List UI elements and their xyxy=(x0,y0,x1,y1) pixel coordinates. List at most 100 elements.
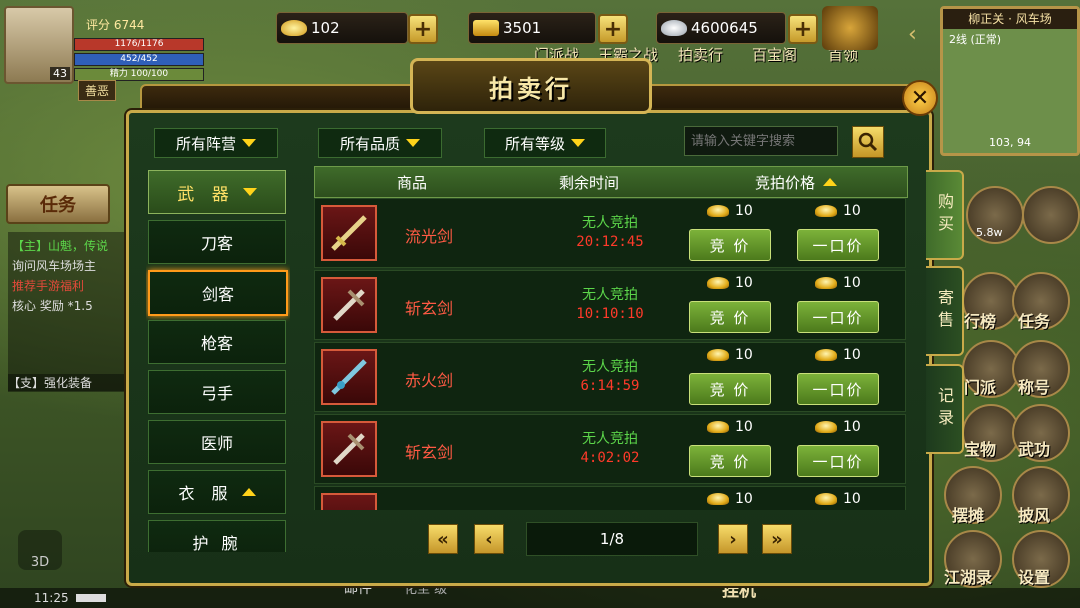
level-filter[interactable]: 所有等级 xyxy=(484,128,606,158)
task-label: 任务 xyxy=(1018,312,1051,331)
category-weapons[interactable]: 武 器 xyxy=(148,170,286,214)
bid-button[interactable]: 竞 价 xyxy=(689,229,771,261)
table-row[interactable]: 流光剑 无人竞拍 20:12:45 10 10 竞 价 一口价 xyxy=(314,198,906,268)
tab-records-label: 记录 xyxy=(935,387,954,431)
prev-page-button[interactable]: ‹ xyxy=(474,524,504,554)
tab-consign-label: 寄售 xyxy=(935,289,954,333)
sword-item-icon[interactable] xyxy=(321,349,377,405)
buyout-button[interactable]: 一口价 xyxy=(797,301,879,333)
bid-price: 10 xyxy=(707,275,753,291)
sword-item-icon[interactable] xyxy=(321,493,377,510)
battery-icon xyxy=(76,594,106,602)
category-spear-label: 枪客 xyxy=(200,334,233,353)
category-list: 武 器 刀客 剑客 枪客 弓手 医师 衣 服 护 腕 xyxy=(146,164,290,552)
category-archer[interactable]: 弓手 xyxy=(148,370,286,414)
column-price-label: 竞拍价格 xyxy=(755,173,816,192)
table-row[interactable]: 10 10 xyxy=(314,486,906,510)
gold-amount: 102 xyxy=(311,19,340,37)
category-weapons-label: 武 器 xyxy=(177,184,235,205)
task-line-ask[interactable]: 询问风车场场主 xyxy=(12,256,122,276)
add-goldbar-button[interactable]: + xyxy=(598,14,628,44)
next-page-button[interactable]: › xyxy=(718,524,748,554)
minimap[interactable]: 柳正关 · 风车场 2线 (正常) 103, 94 xyxy=(940,6,1080,156)
martial-label: 武功 xyxy=(1018,440,1051,459)
bid-button[interactable]: 竞 价 xyxy=(689,445,771,477)
category-healer-label: 医师 xyxy=(200,434,233,453)
sword-item-icon[interactable] xyxy=(321,421,377,477)
buyout-button[interactable]: 一口价 xyxy=(797,445,879,477)
gold-ingot-icon xyxy=(815,421,837,433)
gold-ingot-icon xyxy=(707,349,729,361)
add-gold-button[interactable]: + xyxy=(408,14,438,44)
remaining-time: 10:10:10 xyxy=(576,306,644,322)
cloak-label: 披风 xyxy=(1018,506,1051,525)
faction-filter[interactable]: 所有阵营 xyxy=(154,128,278,158)
add-silver-button[interactable]: + xyxy=(788,14,818,44)
camera-3d-button[interactable]: 3D xyxy=(18,530,62,570)
buyout-price: 10 xyxy=(815,347,861,363)
auction-table-header: 商品 剩余时间 竞拍价格 xyxy=(314,166,908,198)
category-sword[interactable]: 剑客 xyxy=(148,270,288,316)
bid-button[interactable]: 竞 价 xyxy=(689,373,771,405)
category-blade[interactable]: 刀客 xyxy=(148,220,286,264)
search-icon[interactable] xyxy=(852,126,884,158)
buyout-price: 10 xyxy=(815,491,861,507)
task-line-main[interactable]: 【主】山魁，传说 xyxy=(12,236,122,256)
category-spear[interactable]: 枪客 xyxy=(148,320,286,364)
top-menu-treasure[interactable]: 百宝阁 xyxy=(752,44,797,65)
combat-power-value: 5.8w xyxy=(976,226,1003,239)
buyout-button[interactable]: 一口价 xyxy=(797,229,879,261)
player-score: 评分 6744 xyxy=(86,18,145,32)
quality-filter[interactable]: 所有品质 xyxy=(318,128,442,158)
quality-filter-label: 所有品质 xyxy=(339,134,400,153)
karma-badge[interactable]: 善恶 xyxy=(78,80,117,101)
category-healer[interactable]: 医师 xyxy=(148,420,286,464)
goldbar-amount: 3501 xyxy=(503,19,542,37)
sword-item-icon[interactable] xyxy=(321,277,377,333)
column-price[interactable]: 竞拍价格 xyxy=(755,172,838,193)
level-filter-label: 所有等级 xyxy=(504,134,565,153)
task-tab[interactable]: 任务 xyxy=(6,184,110,224)
chevron-down-icon xyxy=(406,139,420,147)
collapse-arrow-icon[interactable]: ‹ xyxy=(908,22,917,47)
column-item: 商品 xyxy=(397,173,428,192)
menu-diamond-icon[interactable] xyxy=(1022,186,1080,244)
bid-status: 无人竞拍 xyxy=(582,215,638,231)
table-row[interactable]: 斩玄剑 无人竞拍 10:10:10 10 10 竞 价 一口价 xyxy=(314,270,906,340)
bid-button[interactable]: 竞 价 xyxy=(689,301,771,333)
table-row[interactable]: 赤火剑 无人竞拍 6:14:59 10 10 竞 价 一口价 xyxy=(314,342,906,412)
column-time: 剩余时间 xyxy=(559,173,620,192)
top-menu-auction[interactable]: 拍卖行 xyxy=(678,44,723,65)
category-clothes[interactable]: 衣 服 xyxy=(148,470,286,514)
category-archer-label: 弓手 xyxy=(200,384,233,403)
hp-bar: 1176/1176 xyxy=(74,38,204,51)
tab-records[interactable]: 记录 xyxy=(926,364,964,454)
category-bracer[interactable]: 护 腕 xyxy=(148,520,286,552)
task-line-side[interactable]: 【支】强化装备 xyxy=(8,374,126,391)
category-bracer-label: 护 腕 xyxy=(192,534,242,552)
gold-ingot-icon xyxy=(707,493,729,505)
tab-buy[interactable]: 购买 xyxy=(926,170,964,260)
sect-label: 门派 xyxy=(964,378,997,397)
tab-consign[interactable]: 寄售 xyxy=(926,266,964,356)
buyout-price: 10 xyxy=(815,419,861,435)
buyout-price-value: 10 xyxy=(843,419,861,435)
boss-icon[interactable] xyxy=(822,6,878,50)
player-avatar[interactable]: 43 xyxy=(4,6,74,84)
sword-item-icon[interactable] xyxy=(321,205,377,261)
last-page-button[interactable]: » xyxy=(762,524,792,554)
task-line-recommend[interactable]: 推荐手游福利 xyxy=(12,276,122,296)
first-page-button[interactable]: « xyxy=(428,524,458,554)
buyout-price-value: 10 xyxy=(843,275,861,291)
chevron-down-icon xyxy=(242,139,256,147)
rank-label: 行榜 xyxy=(964,312,997,331)
item-name: 斩玄剑 xyxy=(405,443,454,462)
close-icon[interactable]: ✕ xyxy=(902,80,938,116)
title-label: 称号 xyxy=(1018,378,1051,397)
remaining-time: 20:12:45 xyxy=(576,234,644,250)
buyout-button[interactable]: 一口价 xyxy=(797,373,879,405)
table-row[interactable]: 斩玄剑 无人竞拍 4:02:02 10 10 竞 价 一口价 xyxy=(314,414,906,484)
bid-price: 10 xyxy=(707,491,753,507)
search-input[interactable] xyxy=(684,126,838,156)
chevron-down-icon xyxy=(242,188,257,196)
